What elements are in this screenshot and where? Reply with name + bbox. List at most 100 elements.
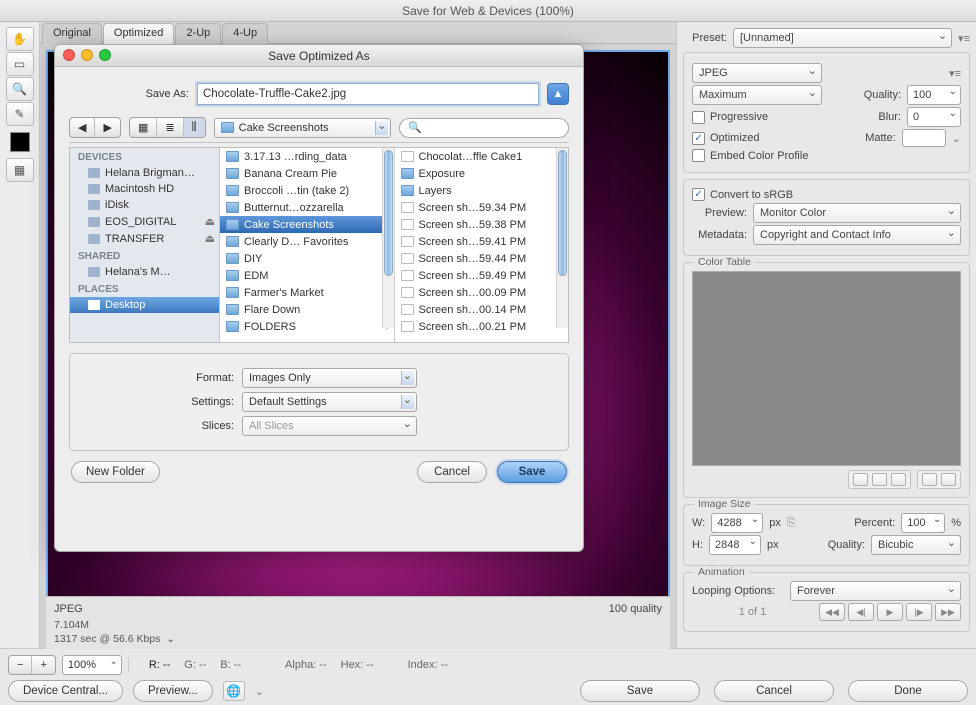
play-button[interactable]: ▶ — [877, 603, 903, 621]
list-item[interactable]: Broccoli …tin (take 2) — [220, 182, 394, 199]
zoom-tool[interactable]: 🔍 — [6, 77, 34, 101]
next-frame-button[interactable]: |▶ — [906, 603, 932, 621]
panel-menu-icon[interactable]: ▾≡ — [958, 32, 970, 45]
list-item[interactable]: DIY — [220, 250, 394, 267]
convert-srgb-checkbox[interactable]: ✓Convert to sRGB — [692, 188, 793, 201]
list-item[interactable]: Screen sh…59.38 PM — [395, 216, 569, 233]
ct-icon[interactable] — [922, 473, 937, 486]
saveas-label: Save As: — [69, 88, 189, 100]
zoom-input[interactable]: 100% — [62, 655, 122, 675]
list-item[interactable]: Banana Cream Pie — [220, 165, 394, 182]
ct-icon[interactable] — [853, 473, 868, 486]
view-mode-toggle[interactable]: ▦≣⫼ — [129, 117, 206, 138]
progressive-checkbox[interactable]: Progressive — [692, 111, 768, 124]
prev-frame-button[interactable]: ◀| — [848, 603, 874, 621]
save-button[interactable]: Save — [580, 680, 700, 702]
tab-original[interactable]: Original — [42, 23, 102, 44]
list-item[interactable]: 3.17.13 …rding_data — [220, 148, 394, 165]
list-item[interactable]: Cake Screenshots — [220, 216, 394, 233]
quality-preset-select[interactable]: Maximum — [692, 85, 822, 105]
minimize-icon[interactable] — [81, 49, 93, 61]
toggle-slices[interactable]: ▦ — [6, 158, 34, 182]
last-frame-button[interactable]: ▶▶ — [935, 603, 961, 621]
search-icon: 🔍 — [408, 121, 422, 134]
first-frame-button[interactable]: ◀◀ — [819, 603, 845, 621]
ct-icon[interactable] — [872, 473, 887, 486]
list-item[interactable]: Layers — [395, 182, 569, 199]
new-folder-button[interactable]: New Folder — [71, 461, 160, 483]
zoom-stepper[interactable]: −+ — [8, 655, 56, 675]
optimized-checkbox[interactable]: ✓Optimized — [692, 132, 760, 145]
list-item[interactable]: Clearly D… Favorites — [220, 233, 394, 250]
dialog-cancel-button[interactable]: Cancel — [417, 461, 487, 483]
dialog-save-button[interactable]: Save — [497, 461, 567, 483]
list-item[interactable]: Exposure — [395, 165, 569, 182]
list-item[interactable]: Screen sh…59.49 PM — [395, 267, 569, 284]
settings-label: Settings: — [84, 396, 234, 408]
location-select[interactable]: Cake Screenshots — [214, 118, 392, 138]
list-item[interactable]: Screen sh…59.34 PM — [395, 199, 569, 216]
sidebar-item[interactable]: EOS_DIGITAL⏏ — [70, 213, 219, 230]
link-icon[interactable]: ⎘ — [787, 517, 796, 530]
list-item[interactable]: Screen sh…59.44 PM — [395, 250, 569, 267]
foreground-swatch[interactable] — [10, 132, 30, 152]
height-input[interactable]: 2848 — [709, 535, 761, 555]
zoom-icon[interactable] — [99, 49, 111, 61]
blur-value[interactable]: 0 — [907, 107, 961, 127]
list-item[interactable]: FOLDERS — [220, 318, 394, 335]
tab-4up[interactable]: 4-Up — [222, 23, 268, 44]
resample-select[interactable]: Bicubic — [871, 535, 961, 555]
list-item[interactable]: Screen sh…59.41 PM — [395, 233, 569, 250]
eyedropper-tool[interactable]: ✎ — [6, 102, 34, 126]
list-item[interactable]: Farmer's Market — [220, 284, 394, 301]
sidebar-item[interactable]: iDisk — [70, 197, 219, 213]
save-dialog: Save Optimized As Save As: Chocolate-Tru… — [54, 44, 584, 552]
slice-select-tool[interactable]: ▭ — [6, 52, 34, 76]
tab-optimized[interactable]: Optimized — [103, 23, 175, 44]
sidebar-item-desktop[interactable]: Desktop — [70, 297, 219, 313]
location-label: Cake Screenshots — [239, 122, 329, 134]
sidebar-item[interactable]: Helana Brigman… — [70, 165, 219, 181]
nav-back-forward[interactable]: ◀▶ — [69, 117, 121, 138]
device-central-button[interactable]: Device Central... — [8, 680, 123, 702]
list-item[interactable]: Screen sh…00.21 PM — [395, 318, 569, 335]
quality-value[interactable]: 100 — [907, 85, 961, 105]
format-select[interactable]: Images Only — [242, 368, 417, 388]
settings-select[interactable]: Default Settings — [242, 392, 417, 412]
list-item[interactable]: EDM — [220, 267, 394, 284]
embed-profile-checkbox[interactable]: Embed Color Profile — [692, 149, 808, 162]
cancel-button[interactable]: Cancel — [714, 680, 834, 702]
ct-icon[interactable] — [941, 473, 956, 486]
percent-input[interactable]: 100 — [901, 513, 945, 533]
preview-select[interactable]: Monitor Color — [753, 203, 961, 223]
convert-panel: ✓Convert to sRGB Preview:Monitor Color M… — [683, 179, 970, 256]
hand-tool[interactable]: ✋ — [6, 27, 34, 51]
search-input[interactable]: 🔍 — [399, 118, 569, 138]
sidebar-item[interactable]: TRANSFER⏏ — [70, 230, 219, 247]
preset-label: Preset: — [683, 32, 727, 44]
ct-icon[interactable] — [891, 473, 906, 486]
format-menu-icon[interactable]: ▾≡ — [949, 67, 961, 80]
list-item[interactable]: Flare Down — [220, 301, 394, 318]
tool-strip: ✋ ▭ 🔍 ✎ ▦ — [0, 22, 40, 648]
matte-swatch[interactable] — [902, 129, 946, 147]
file-format-select[interactable]: JPEG — [692, 63, 822, 83]
list-item[interactable]: Chocolat…ffle Cake1 — [395, 148, 569, 165]
width-input[interactable]: 4288 — [711, 513, 763, 533]
sidebar-item[interactable]: Helana's M… — [70, 264, 219, 280]
metadata-select[interactable]: Copyright and Contact Info — [753, 225, 961, 245]
collapse-button[interactable]: ▲ — [547, 83, 569, 105]
list-item[interactable]: Screen sh…00.09 PM — [395, 284, 569, 301]
preset-select[interactable]: [Unnamed] — [733, 28, 952, 48]
close-icon[interactable] — [63, 49, 75, 61]
list-item[interactable]: Screen sh…00.14 PM — [395, 301, 569, 318]
looping-select[interactable]: Forever — [790, 581, 961, 601]
list-item[interactable]: Butternut…ozzarella — [220, 199, 394, 216]
preview-button[interactable]: Preview... — [133, 680, 213, 702]
sidebar-item[interactable]: Macintosh HD — [70, 181, 219, 197]
done-button[interactable]: Done — [848, 680, 968, 702]
format-label: Format: — [84, 372, 234, 384]
tab-2up[interactable]: 2-Up — [175, 23, 221, 44]
browser-preview-icon[interactable]: 🌐 — [223, 681, 245, 701]
filename-input[interactable]: Chocolate-Truffle-Cake2.jpg — [197, 83, 539, 105]
